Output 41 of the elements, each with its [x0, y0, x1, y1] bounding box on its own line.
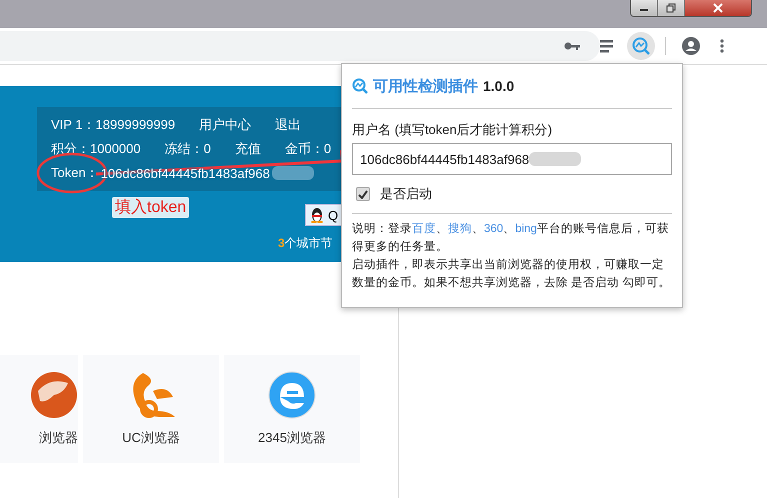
annotation-text: 填入token: [112, 197, 190, 218]
account-text: VIP 1：18999999999: [51, 116, 176, 134]
account-icon[interactable]: [682, 37, 700, 55]
cheetah-logo-icon: [30, 371, 78, 419]
qq-button[interactable]: Q: [305, 204, 344, 226]
checkbox-label: 是否启动: [380, 185, 432, 203]
browser-card[interactable]: 2345浏览器: [224, 355, 360, 463]
close-button[interactable]: [685, 0, 751, 16]
field-label: 用户名 (填写token后才能计算积分): [352, 121, 554, 139]
key-icon[interactable]: [564, 41, 580, 51]
minimize-button[interactable]: [631, 0, 658, 16]
browser-name: 2345浏览器: [258, 429, 326, 447]
browser-name: 浏览器: [39, 429, 78, 447]
token-input[interactable]: 106dc86bf44445fb1483af968: [352, 143, 672, 175]
blurred-block: [272, 166, 314, 180]
balance-text: 充值: [234, 140, 261, 158]
enable-checkbox[interactable]: [356, 187, 370, 201]
close-icon: [713, 3, 723, 13]
blurred-block: [529, 152, 582, 166]
popup-title: 可用性检测插件: [373, 76, 478, 96]
note-paragraph: 说明：登录百度、搜狗、360、bing平台的账号信息后，可获得更多的任务量。: [352, 222, 670, 255]
balance-text: 冻结：0: [164, 140, 211, 158]
extension-button[interactable]: [627, 32, 655, 60]
restore-icon: [666, 3, 676, 13]
browser-card[interactable]: 浏览器: [0, 355, 78, 463]
restore-button[interactable]: [658, 0, 685, 16]
chart-magnifier-icon: [632, 37, 650, 55]
note-paragraph: 启动插件，即表示共享出当前浏览器的使用权，可赚取一定数量的金币。如果不想共享浏览器，去除 是否启动 勾即可。: [352, 257, 672, 291]
penguin-icon: [310, 207, 324, 223]
balance-text: 金币：0: [284, 140, 332, 158]
browser-card[interactable]: UC浏览器: [83, 355, 219, 463]
version-text: 1.0.0: [483, 78, 514, 94]
cities-text: 3个城市节: [278, 235, 333, 252]
more-icon[interactable]: [720, 39, 724, 53]
token-label: Token：: [51, 164, 99, 182]
account-text: 用户中心: [199, 116, 252, 134]
chart-magnifier-icon: [352, 78, 368, 94]
account-text: 退出: [275, 116, 302, 134]
e-logo-icon: [268, 371, 316, 419]
list-icon[interactable]: [600, 39, 613, 53]
browser-name: UC浏览器: [122, 429, 180, 447]
